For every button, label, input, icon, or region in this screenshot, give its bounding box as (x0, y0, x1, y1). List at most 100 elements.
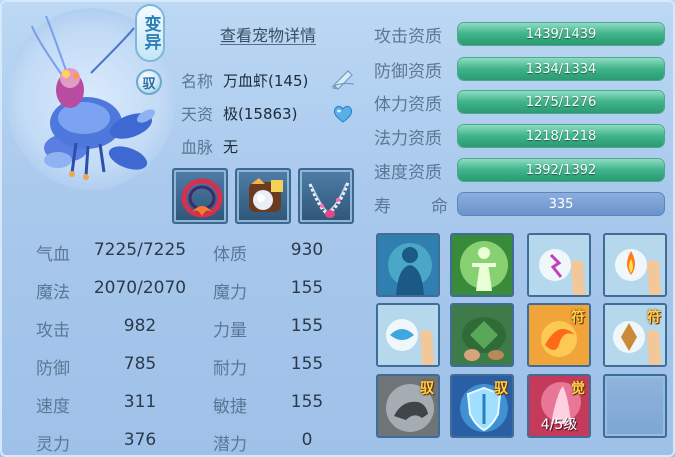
attribute-value: 155 (290, 278, 324, 298)
lifespan-label: 寿 命 (374, 192, 454, 217)
attribute-value: 155 (290, 354, 324, 374)
stat-label: 攻击 (36, 321, 70, 341)
attribute-label: 敏捷 (213, 397, 247, 417)
stat-row: 魔法 2070/2070 魔力 155 (0, 276, 360, 303)
skill-slot[interactable]: 符 (603, 303, 667, 367)
aptitude-label: 体力资质 (374, 94, 442, 115)
attribute-value: 0 (301, 430, 313, 450)
aptitude-value: 1392/1392 (525, 162, 597, 178)
skill-slot[interactable] (603, 233, 667, 297)
aptitude-label: 防御资质 (374, 61, 442, 82)
stat-value: 2070/2070 (93, 278, 187, 298)
stat-row: 气血 7225/7225 体质 930 (0, 238, 360, 265)
lifespan-row: 寿 命 335 (374, 191, 665, 217)
aptitude-bar: 1439/1439 (457, 22, 665, 46)
aptitude-bar: 1334/1334 (457, 57, 665, 81)
stat-value: 785 (123, 354, 157, 374)
stat-label: 灵力 (36, 435, 70, 455)
skill-tag-badge: 觉 (571, 381, 585, 397)
aptitude-label: 攻击资质 (374, 26, 442, 47)
tame-badge: 驭 (136, 69, 162, 95)
rename-pencil-icon[interactable] (330, 66, 356, 90)
attribute-value: 155 (290, 316, 324, 336)
aptitude-bar: 1392/1392 (457, 158, 665, 182)
view-pet-details-link[interactable]: 查看宠物详情 (220, 22, 316, 46)
skill-tag-badge: 驭 (420, 381, 434, 397)
bloodline-value: 无 (223, 137, 239, 156)
name-label: 名称 (181, 72, 214, 91)
skill-slot[interactable]: 驭 (450, 374, 514, 438)
skill-slot-empty[interactable] (603, 374, 667, 438)
mutant-badge: 变异 (135, 4, 165, 62)
attribute-label: 力量 (213, 321, 247, 341)
equip-slot-armor[interactable] (235, 168, 291, 224)
talent-value: 极(15863) (223, 104, 298, 123)
skill-tag-badge: 驭 (494, 381, 508, 397)
aptitude-value: 1439/1439 (525, 26, 597, 42)
stat-row: 速度 311 敏捷 155 (0, 390, 360, 417)
skill-slot[interactable] (376, 303, 440, 367)
aptitude-row: 速度资质 1392/1392 (374, 157, 665, 183)
attribute-label: 潜力 (213, 435, 247, 455)
skill-tag-badge: 符 (647, 310, 661, 326)
necklace-icon (308, 181, 350, 218)
pet-name-row: 名称 万血虾(145) (181, 68, 308, 92)
skill-slot[interactable]: 觉 4/5级 (527, 374, 591, 438)
skill-fire-hand-icon (605, 235, 665, 295)
aptitude-value: 1218/1218 (525, 128, 597, 144)
skill-silhouette-icon (378, 235, 438, 295)
attribute-value: 155 (290, 392, 324, 412)
skill-water-hand-icon (378, 305, 438, 365)
aptitude-value: 1275/1276 (525, 94, 597, 110)
skill-slot[interactable] (527, 233, 591, 297)
skill-slot[interactable] (450, 233, 514, 297)
pet-bloodline-row: 血脉 无 (181, 134, 238, 158)
attribute-label: 魔力 (213, 283, 247, 303)
equip-slot-necklace[interactable] (298, 168, 354, 224)
armor-icon (249, 178, 283, 212)
attribute-label: 体质 (213, 245, 247, 265)
aptitude-bar: 1275/1276 (457, 90, 665, 114)
stat-row: 灵力 376 潜力 0 (0, 428, 360, 455)
stat-label: 速度 (36, 397, 70, 417)
aptitude-label: 法力资质 (374, 128, 442, 149)
skill-tag-badge: 符 (571, 310, 585, 326)
skill-slot[interactable]: 驭 (376, 374, 440, 438)
skill-slot[interactable]: 符 (527, 303, 591, 367)
stat-label: 气血 (36, 245, 70, 265)
stat-value: 982 (123, 316, 157, 336)
skill-level-label: 4/5级 (540, 417, 578, 433)
aptitude-row: 防御资质 1334/1334 (374, 56, 665, 82)
stat-row: 攻击 982 力量 155 (0, 314, 360, 341)
lifespan-value: 335 (548, 196, 574, 212)
lifespan-label-char2: 命 (431, 196, 448, 217)
aptitude-value: 1334/1334 (525, 61, 597, 77)
attribute-value: 930 (290, 240, 324, 260)
stat-value: 7225/7225 (93, 240, 187, 260)
skill-light-figure-icon (452, 235, 512, 295)
talent-label: 天资 (181, 105, 214, 124)
aptitude-label: 速度资质 (374, 162, 442, 183)
stat-row: 防御 785 耐力 155 (0, 352, 360, 379)
aptitude-row: 体力资质 1275/1276 (374, 89, 665, 115)
stat-value: 376 (123, 430, 157, 450)
aptitude-bar: 1218/1218 (457, 124, 665, 148)
attribute-label: 耐力 (213, 359, 247, 379)
skill-lightning-hand-icon (529, 235, 589, 295)
name-value: 万血虾(145) (223, 71, 309, 90)
aptitude-row: 法力资质 1218/1218 (374, 123, 665, 149)
bloodline-label: 血脉 (181, 138, 214, 157)
collar-icon (181, 178, 223, 218)
lifespan-label-char1: 寿 (374, 196, 391, 217)
favorite-heart-icon[interactable] (332, 104, 354, 124)
skill-slot[interactable] (450, 303, 514, 367)
aptitude-row: 攻击资质 1439/1439 (374, 21, 665, 47)
lifespan-bar: 335 (457, 192, 665, 216)
pet-talent-row: 天资 极(15863) (181, 101, 297, 125)
skill-slot[interactable] (376, 233, 440, 297)
equip-slot-collar[interactable] (172, 168, 228, 224)
stat-value: 311 (123, 392, 157, 412)
stat-label: 防御 (36, 359, 70, 379)
skill-turtle-icon (452, 305, 512, 365)
stat-label: 魔法 (36, 283, 70, 303)
